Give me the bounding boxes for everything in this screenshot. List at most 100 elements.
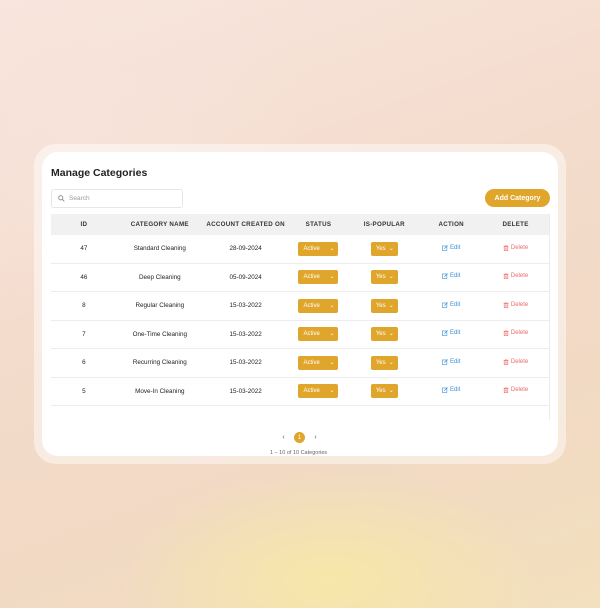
chevron-down-icon: ⌄ [329,245,335,252]
cell-id: 8 [82,302,86,310]
status-dropdown[interactable]: Active ⌄ [298,327,339,342]
popular-dropdown[interactable]: Yes ⌄ [370,298,398,313]
trash-icon [503,330,509,337]
delete-button[interactable]: Delete [503,245,528,251]
delete-button[interactable]: Delete [503,330,528,337]
cell-status: Active ⌄ [289,241,349,256]
cell-status: Active ⌄ [289,355,349,370]
page-title: Manage Categories [51,167,148,179]
cell-created-on: 15-03-2022 [229,359,262,367]
cell-category-name: One-Time Cleaning [132,330,187,338]
popular-dropdown[interactable]: Yes ⌄ [370,327,398,342]
cell-created-on: 28-09-2024 [229,245,262,253]
cell-created-on: 05-09-2024 [229,273,262,281]
chevron-down-icon: ⌄ [329,274,335,281]
pagination: ‹ 1 › [278,432,321,443]
cell-id: 6 [82,359,86,367]
cell-delete: Delete [482,273,549,281]
header-is-popular: IS-POPULAR [363,221,405,228]
status-dropdown[interactable]: Active ⌄ [298,355,339,370]
cell-delete: Delete [482,359,549,367]
popular-dropdown[interactable]: Yes ⌄ [370,270,398,285]
edit-button[interactable]: Edit [442,330,460,336]
header-action: ACTION [438,221,464,228]
status-dropdown[interactable]: Active ⌄ [298,384,339,399]
edit-icon [442,330,448,337]
chevron-down-icon: ⌄ [329,331,335,338]
table-row: 7 One-Time Cleaning 15-03-2022 Active ⌄ Y… [51,321,549,349]
cell-is-popular: Yes ⌄ [348,384,420,399]
cell-category-name: Standard Cleaning [133,245,186,253]
status-dropdown[interactable]: Active ⌄ [298,298,339,313]
chevron-down-icon: ⌄ [388,274,394,281]
popular-dropdown[interactable]: Yes ⌄ [370,355,398,370]
cell-is-popular: Yes ⌄ [348,327,420,342]
edit-icon [442,358,448,365]
page-1-button[interactable]: 1 [294,432,305,443]
cell-delete: Delete [482,330,549,338]
cell-created-on: 15-03-2022 [229,387,262,395]
search-box[interactable] [51,189,183,208]
edit-icon [442,301,448,308]
next-page-button[interactable]: › [310,432,321,443]
cell-action: Edit [420,245,482,253]
table-row: 47 Standard Cleaning 28-09-2024 Active ⌄ … [51,235,549,264]
chevron-down-icon: ⌄ [329,359,335,366]
header-delete: DELETE [502,221,529,228]
popular-dropdown[interactable]: Yes ⌄ [370,384,398,399]
edit-button[interactable]: Edit [442,359,460,365]
pagination-info: 1 – 10 of 10 Categories [270,450,328,456]
table-header: ID CATEGORY NAME ACCOUNT CREATED ON STAT… [51,214,549,235]
cell-category-name: Regular Cleaning [135,302,185,310]
table-row: 46 Deep Cleaning 05-09-2024 Active ⌄ Yes ⌄… [51,264,549,292]
cell-action: Edit [420,330,482,338]
cell-status: Active ⌄ [289,327,349,342]
edit-icon [442,273,448,280]
table-row: 6 Recurring Cleaning 15-03-2022 Active ⌄ … [51,349,549,378]
chevron-down-icon: ⌄ [388,245,394,252]
cell-action: Edit [420,387,482,395]
cell-action: Edit [420,302,482,310]
delete-button[interactable]: Delete [503,387,528,394]
trash-icon [503,358,509,365]
cell-id: 46 [80,273,88,281]
cell-delete: Delete [482,302,549,310]
delete-button[interactable]: Delete [503,273,528,280]
cell-status: Active ⌄ [289,298,349,313]
edit-button[interactable]: Edit [442,273,460,279]
cell-is-popular: Yes ⌄ [348,355,420,370]
cell-is-popular: Yes ⌄ [348,298,420,313]
trash-icon [503,244,509,251]
status-dropdown[interactable]: Active ⌄ [298,241,339,256]
cell-category-name: Recurring Cleaning [132,359,187,367]
delete-button[interactable]: Delete [503,359,528,365]
cell-status: Active ⌄ [289,384,349,399]
chevron-down-icon: ⌄ [388,359,394,366]
status-dropdown[interactable]: Active ⌄ [298,270,339,285]
search-input[interactable] [69,195,179,202]
chevron-down-icon: ⌄ [388,331,394,338]
trash-icon [503,301,509,308]
cell-id: 5 [82,387,86,395]
cell-action: Edit [420,273,482,281]
cell-action: Edit [420,359,482,367]
edit-icon [442,244,448,251]
table-row: 8 Regular Cleaning 15-03-2022 Active ⌄ Ye… [51,292,549,321]
cell-category-name: Move-In Cleaning [135,387,185,395]
add-category-button[interactable]: Add Category [485,189,550,207]
search-icon [58,195,65,202]
edit-button[interactable]: Edit [442,387,460,393]
popular-dropdown[interactable]: Yes ⌄ [370,241,398,256]
table-body: 47 Standard Cleaning 28-09-2024 Active ⌄ … [51,235,549,406]
edit-icon [442,387,448,394]
chevron-down-icon: ⌄ [329,302,335,309]
edit-button[interactable]: Edit [442,302,460,308]
delete-button[interactable]: Delete [503,302,528,308]
cell-created-on: 15-03-2022 [229,330,262,338]
prev-page-button[interactable]: ‹ [278,432,289,443]
cell-category-name: Deep Cleaning [138,273,181,281]
chevron-down-icon: ⌄ [388,302,394,309]
edit-button[interactable]: Edit [442,245,460,251]
header-id: ID [80,221,88,228]
cell-status: Active ⌄ [289,270,349,285]
